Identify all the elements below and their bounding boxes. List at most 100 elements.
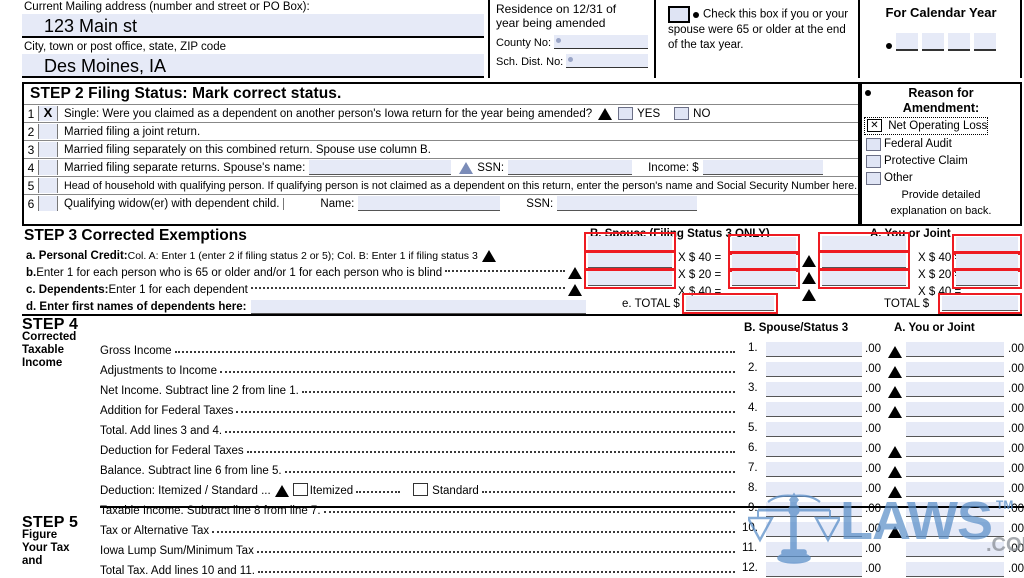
widow-ssn-label: SSN:: [526, 197, 554, 210]
line-10-amount-b[interactable]: [766, 522, 862, 537]
spouse-ssn-input[interactable]: [508, 160, 633, 175]
line-6-amount-b[interactable]: [766, 442, 862, 457]
line-4-amount-a[interactable]: [906, 402, 1004, 417]
year-digit-1[interactable]: [896, 33, 918, 51]
line-4-amount-b[interactable]: [766, 402, 862, 417]
dot-leader: [323, 511, 735, 513]
line-8-amount-b[interactable]: [766, 482, 862, 497]
reason-option-net-operating-loss[interactable]: ✕ Net Operating Loss: [864, 117, 989, 135]
reason-label-1: Federal Audit: [884, 138, 952, 150]
line-12-amount-a[interactable]: [906, 562, 1004, 577]
dependents-names-input[interactable]: [251, 300, 586, 314]
year-digit-4[interactable]: [974, 33, 996, 51]
line-11-amount-b[interactable]: [766, 542, 862, 557]
line-5-amount-b[interactable]: [766, 422, 862, 437]
mailing-address-input[interactable]: 123 Main st: [22, 14, 484, 38]
highlight-box-a-amount-c: [952, 268, 1022, 289]
filing-status-row-1[interactable]: 1 X Single: Were you claimed as a depend…: [24, 104, 858, 122]
filing-status-row-4[interactable]: 4 Married filing separate returns. Spous…: [24, 158, 858, 176]
itemized-checkbox[interactable]: [292, 483, 308, 496]
reason-option-other[interactable]: Other: [866, 170, 1016, 186]
line-7-amount-a[interactable]: [906, 462, 1004, 477]
line-9-amount-b[interactable]: [766, 502, 862, 517]
spouse-name-input[interactable]: [309, 160, 452, 175]
line-3-amount-a[interactable]: [906, 382, 1004, 397]
filing-status-checkbox-6[interactable]: [38, 196, 58, 211]
checkbox-icon[interactable]: [866, 137, 881, 151]
line-12-amount-b[interactable]: [766, 562, 862, 577]
step3-row-a-text: Col. A: Enter 1 (enter 2 if filing statu…: [127, 250, 478, 262]
line-6-amount-a[interactable]: [906, 442, 1004, 457]
spouse-ssn-label: SSN:: [477, 161, 505, 174]
line-1-amount-b[interactable]: [766, 342, 862, 357]
line-3-number: 3.: [748, 382, 758, 394]
line-2-amount-b[interactable]: [766, 362, 862, 377]
standard-checkbox[interactable]: [413, 483, 429, 496]
step5-sub3: and: [22, 555, 43, 567]
residence-block: Residence on 12/31 of year being amended…: [488, 0, 656, 78]
calendar-year-input[interactable]: [870, 33, 1012, 51]
line-11-cents-b: .00: [865, 543, 881, 555]
step5-label-block: STEP 5 Figure Your Tax and: [22, 515, 96, 568]
line-7-label: Balance. Subtract line 6 from line 5.: [100, 465, 282, 477]
line-1-cents-a: .00: [1008, 343, 1024, 355]
dot-leader: [174, 351, 735, 353]
line-2-amount-a[interactable]: [906, 362, 1004, 377]
line-10-amount-a[interactable]: [906, 522, 1004, 537]
line-7-number: 7.: [748, 462, 758, 474]
step3-row-c: c. Dependents: Enter 1 for each dependen…: [24, 282, 582, 298]
reason-option-federal-audit[interactable]: Federal Audit: [866, 136, 1016, 152]
arrow-up-icon: [802, 286, 816, 304]
arrow-up-icon: [888, 363, 902, 381]
checkbox-icon[interactable]: [866, 171, 881, 185]
line-1-amount-a[interactable]: [906, 342, 1004, 357]
line-1-cents-b: .00: [865, 343, 881, 355]
reason-footer-line2: explanation on back.: [890, 205, 992, 217]
age-65-checkbox[interactable]: [668, 6, 690, 23]
line-7-cents-b: .00: [865, 463, 881, 475]
filing-status-checkbox-3[interactable]: [38, 142, 58, 157]
yes-checkbox[interactable]: [618, 107, 634, 120]
bullet-icon: [693, 11, 699, 18]
line-3-amount-b[interactable]: [766, 382, 862, 397]
filing-status-row-2[interactable]: 2 Married filing a joint return.: [24, 122, 858, 140]
widow-name-input[interactable]: [358, 196, 501, 211]
filing-status-checkbox-1[interactable]: X: [38, 106, 58, 121]
reason-option-protective-claim[interactable]: Protective Claim: [866, 153, 1016, 169]
filing-status-checkbox-5[interactable]: [38, 178, 58, 193]
line-5-amount-a[interactable]: [906, 422, 1004, 437]
school-district-input[interactable]: [566, 54, 648, 68]
checkbox-icon[interactable]: [866, 154, 881, 168]
county-no-input[interactable]: [554, 35, 648, 49]
step3-row-b-bold: b.: [26, 267, 37, 279]
filing-status-row-5[interactable]: 5 Head of household with qualifying pers…: [24, 176, 858, 194]
checkbox-checked-icon[interactable]: ✕: [867, 119, 882, 133]
line-9-row: Taxable Income. Subtract line 8 from lin…: [100, 502, 738, 517]
line-9-amount-a[interactable]: [906, 502, 1004, 517]
step5-sub2: Your Tax: [22, 542, 70, 554]
arrow-up-icon: [568, 267, 582, 279]
spouse-income-input[interactable]: [702, 160, 823, 175]
row-6-content: Qualifying widow(er) with dependent chil…: [58, 196, 858, 211]
no-checkbox[interactable]: [674, 107, 690, 120]
filing-status-row-6[interactable]: 6 Qualifying widow(er) with dependent ch…: [24, 194, 858, 212]
line-11-amount-a[interactable]: [906, 542, 1004, 557]
total-b-label: e. TOTAL $: [622, 298, 680, 310]
filing-status-checkbox-2[interactable]: [38, 124, 58, 139]
dot-leader: [481, 491, 735, 493]
widow-ssn-input[interactable]: [557, 196, 698, 211]
dot-leader: [301, 391, 735, 393]
year-digit-2[interactable]: [922, 33, 944, 51]
filing-status-row-3[interactable]: 3 Married filing separately on this comb…: [24, 140, 858, 158]
step4-step5-section: STEP 4 Corrected Taxable Income STEP 5 F…: [22, 314, 1024, 578]
step4-title: STEP 4: [22, 316, 79, 333]
city-state-zip-input[interactable]: Des Moines, IA: [22, 54, 484, 78]
row-number: 4: [27, 160, 35, 175]
line-8-amount-a[interactable]: [906, 482, 1004, 497]
highlight-box-total-a: [938, 293, 1022, 314]
filing-status-checkbox-4[interactable]: [38, 160, 58, 175]
line-7-amount-b[interactable]: [766, 462, 862, 477]
year-digit-3[interactable]: [948, 33, 970, 51]
widow-name-label: Name:: [320, 197, 355, 210]
line-12-cents-a: .00: [1008, 563, 1024, 575]
